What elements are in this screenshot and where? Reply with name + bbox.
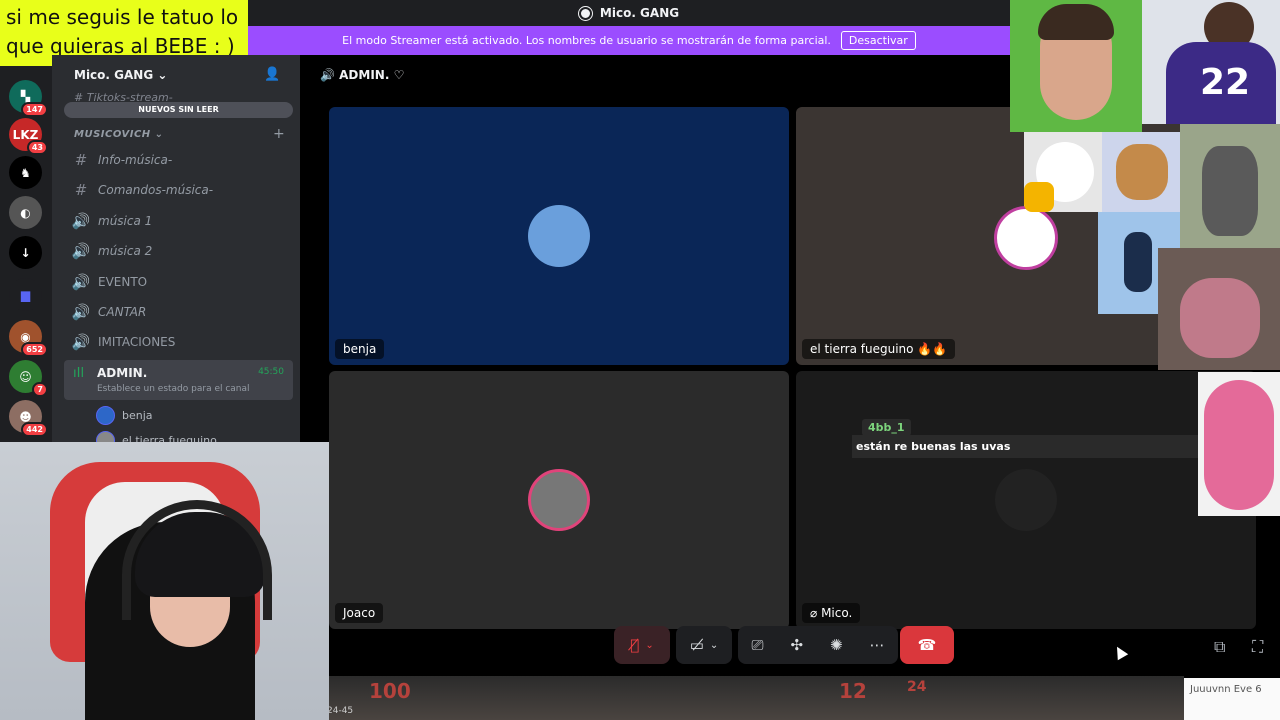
action-group: ⎚ ✣ ✺ ⋯ — [738, 626, 898, 664]
participant-name: ⌀ Mico. — [802, 603, 861, 623]
mic-muted-icon: ⌀ — [810, 606, 818, 620]
unread-badge: 43 — [26, 140, 48, 155]
participant-tile[interactable]: benja — [329, 107, 789, 365]
lotso-bear-sticker — [1198, 372, 1280, 516]
creature-sticker — [1158, 248, 1280, 370]
avatar — [96, 431, 115, 442]
server-icon — [578, 6, 592, 20]
game-hud-strip: 100 12 24 24-45 — [327, 676, 1184, 720]
unread-badge: 442 — [21, 422, 48, 437]
server-rail: ▚ 147 LKZ 43 ♞ ◐ ↓ ▆ ◉ 652 ☺ 7 ☻ 442 — [0, 66, 52, 442]
mic-off-icon: 🎙̸ — [630, 636, 640, 654]
channel-musica-1[interactable]: 🔊 música 1 — [64, 208, 293, 234]
server-icon-4[interactable]: ◐ — [9, 196, 42, 229]
server-icon-2[interactable]: LKZ 43 — [9, 118, 48, 155]
voice-member[interactable]: el tierra fueguino — [96, 431, 217, 442]
soundboard-icon[interactable]: ✺ — [830, 636, 843, 654]
leave-call-button[interactable]: ☎ — [900, 626, 954, 664]
category-header[interactable]: MUSICOVICH ⌄ — [74, 129, 164, 140]
server-icon-7[interactable]: ☻ 442 — [9, 400, 48, 437]
streamer-webcam — [0, 442, 329, 720]
hud-health: 100 — [369, 679, 411, 703]
channel-sidebar: Mico. GANG ⌄ 👤 # Tiktoks-stream- NUEVOS … — [52, 55, 300, 442]
leave-call-icon: ☎ — [917, 636, 937, 654]
football-player-sticker: 22 — [1142, 0, 1280, 124]
call-timer: 45:50 — [258, 367, 284, 377]
hud-ammo: 12 — [839, 679, 867, 703]
fullscreen-icon[interactable]: ⛶ — [1252, 637, 1263, 657]
participant-tile[interactable]: Joaco — [329, 371, 789, 629]
window-titlebar: Mico. GANG — [248, 0, 1010, 26]
dog-sticker — [1102, 132, 1180, 212]
streamer-banner-message: El modo Streamer está activado. Los nomb… — [342, 34, 831, 47]
unread-badge: 7 — [32, 382, 48, 397]
popout-icon[interactable]: ⧉ — [1214, 637, 1225, 657]
participant-tile[interactable]: 4bb_1 están re buenas las uvas ⌀ Mico. — [796, 371, 1256, 629]
new-unread-pill[interactable]: NUEVOS SIN LEER — [64, 102, 293, 118]
chevron-down-icon[interactable]: ⌄ — [645, 640, 653, 651]
add-channel-icon[interactable]: + — [273, 126, 285, 142]
disable-streamer-button[interactable]: Desactivar — [840, 31, 916, 50]
avatar — [528, 205, 590, 267]
channel-imitaciones[interactable]: 🔊 IMITACIONES — [64, 329, 293, 355]
unread-badge: 147 — [21, 102, 48, 117]
server-icon-5[interactable]: ◉ 652 — [9, 320, 48, 357]
channel-info-musica[interactable]: # Info-música- — [64, 147, 293, 173]
avatar — [995, 469, 1057, 531]
voice-channel-icon: 🔊 — [71, 333, 91, 351]
server-icon-6[interactable]: ☺ 7 — [9, 360, 48, 397]
voice-channel-icon: 🔊 — [71, 212, 91, 230]
streamer-mode-banner: El modo Streamer está activado. Los nomb… — [248, 26, 1010, 55]
voice-channel-icon: 🔊 — [71, 273, 91, 291]
channel-status-prompt[interactable]: Establece un estado para el canal — [97, 384, 250, 394]
channel-admin-active[interactable]: ıIl ADMIN. 45:50 Establece un estado par… — [64, 360, 293, 400]
hud-clock: 24-45 — [327, 706, 354, 716]
avatar — [528, 469, 590, 531]
channel-evento[interactable]: 🔊 EVENTO — [64, 269, 293, 295]
add-member-icon[interactable]: 👤 — [264, 67, 280, 82]
call-channel-header: 🔊 ADMIN. ♡ — [320, 68, 405, 82]
folder-icon[interactable]: ▆ — [9, 278, 42, 311]
watermark: Juuuvnn Eve 6 — [1184, 678, 1280, 720]
text-channel-icon: # — [74, 151, 88, 169]
server-icon-1[interactable]: ▚ 147 — [9, 80, 48, 117]
channel-musica-2[interactable]: 🔊 música 2 — [64, 238, 293, 264]
channel-cantar[interactable]: 🔊 CANTAR — [64, 299, 293, 325]
participant-name: benja — [335, 339, 385, 359]
channel-comandos-musica[interactable]: # Comandos-música- — [64, 177, 293, 203]
meme-face-sticker — [1010, 0, 1142, 132]
chat-overlay-message: están re buenas las uvas — [852, 435, 1210, 458]
camera-off-icon: ▭̸ — [689, 636, 704, 654]
more-icon[interactable]: ⋯ — [870, 636, 885, 654]
fist-emoji-sticker — [1024, 182, 1054, 212]
unread-badge: 652 — [21, 342, 48, 357]
server-name-header[interactable]: Mico. GANG ⌄ — [74, 68, 167, 82]
avatar — [96, 406, 115, 425]
activities-icon[interactable]: ✣ — [790, 636, 803, 654]
dog-photo-sticker — [1180, 124, 1280, 248]
participant-name: el tierra fueguino 🔥🔥 — [802, 339, 956, 359]
voice-channel-icon: 🔊 — [71, 303, 91, 321]
mic-toggle-button[interactable]: 🎙̸ ⌄ — [614, 626, 670, 664]
hud-reserve: 24 — [907, 679, 927, 695]
server-icon-3[interactable]: ♞ — [9, 156, 42, 189]
camera-toggle-button[interactable]: ▭̸ ⌄ — [676, 626, 732, 664]
voice-connected-icon: ıIl — [73, 366, 85, 381]
call-controls: 🎙̸ ⌄ ▭̸ ⌄ ⎚ ✣ ✺ ⋯ ☎ — [614, 626, 954, 666]
chat-overlay-username: 4bb_1 — [862, 419, 911, 436]
download-icon[interactable]: ↓ — [9, 236, 42, 269]
screen-share-icon[interactable]: ⎚ — [751, 636, 763, 654]
cat-avatar-sticker — [994, 206, 1058, 270]
window-title: Mico. GANG — [599, 6, 680, 20]
voice-member[interactable]: benja — [96, 406, 153, 425]
participant-name: Joaco — [335, 603, 384, 623]
text-channel-icon: # — [74, 181, 88, 199]
chevron-down-icon[interactable]: ⌄ — [710, 640, 718, 651]
voice-channel-icon: 🔊 — [71, 242, 91, 260]
